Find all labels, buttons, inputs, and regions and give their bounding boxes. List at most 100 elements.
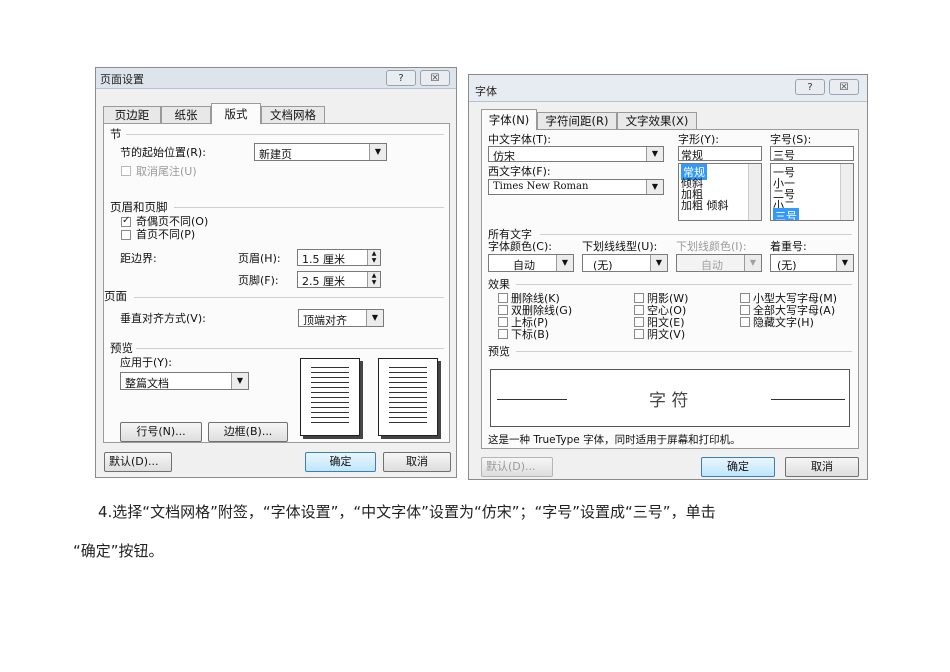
ok-button[interactable]: 确定 (701, 457, 775, 477)
font-size-list[interactable]: 一号 小一 二号 小二 三号 (770, 163, 854, 221)
footer-distance-value: 2.5 厘米 (302, 275, 345, 288)
truetype-note: 这是一种 TrueType 字体，同时适用于屏幕和打印机。 (488, 434, 741, 446)
cancel-button[interactable]: 取消 (785, 457, 859, 477)
cancel-button[interactable]: 取消 (383, 452, 451, 472)
emphasis-select[interactable]: (无) ▼ (770, 254, 854, 272)
underline-color-select[interactable]: 自动 ▼ (676, 254, 762, 272)
first-page-checkbox[interactable] (121, 230, 131, 240)
from-edge-label: 距边界: (120, 252, 157, 265)
chevron-down-icon: ▼ (369, 144, 386, 160)
vertical-align-select[interactable]: 顶端对齐 ▼ (298, 309, 384, 327)
preview-page-right (378, 358, 438, 436)
footer-distance-spinner[interactable]: 2.5 厘米 ▲ ▼ (297, 271, 381, 288)
font-size-input[interactable]: 三号 (770, 146, 854, 161)
tab-text-effects[interactable]: 文字效果(X) (617, 112, 697, 129)
underline-style-select[interactable]: (无) ▼ (582, 254, 668, 272)
tab-char-spacing[interactable]: 字符间距(R) (537, 112, 617, 129)
header-distance-label: 页眉(H): (238, 252, 281, 265)
font-panel: 中文字体(T): 仿宋 ▼ 字形(Y): 常规 常规 倾斜 加粗 加粗 倾斜 字… (481, 129, 859, 449)
preview-sample-text: 字 符 (649, 391, 689, 411)
section-group-label: 节 (110, 127, 122, 141)
font-dialog: 字体 ? ☒ 字体(N) 字符间距(R) 文字效果(X) 中文字体(T): 仿宋… (468, 74, 868, 480)
page-setup-dialog: 页面设置 ? ☒ 页边距 纸张 版式 文档网格 节 节的起始位置(R): 新建页… (95, 67, 457, 478)
chevron-down-icon: ▼ (231, 373, 248, 389)
emphasis-label: 着重号: (770, 240, 807, 253)
help-button[interactable]: ? (795, 79, 825, 95)
subscript-label: 下标(B) (511, 328, 550, 341)
line-numbers-button[interactable]: 行号(N)... (120, 422, 202, 442)
hidden-label: 隐藏文字(H) (753, 316, 814, 329)
engrave-checkbox[interactable] (634, 329, 644, 339)
font-color-select[interactable]: 自动 ▼ (488, 254, 574, 272)
suppress-endnotes-checkbox[interactable] (121, 166, 131, 176)
font-size-option[interactable]: 三号 (773, 208, 799, 220)
font-style-label: 字形(Y): (678, 133, 720, 146)
group-divider (540, 234, 852, 235)
ok-button[interactable]: 确定 (305, 452, 376, 472)
chinese-font-select[interactable]: 仿宋 ▼ (488, 146, 664, 163)
group-divider (516, 284, 852, 285)
instruction-line-1: 4.选择“文档网格”附签，“字体设置”，“中文字体”设置为“仿宋”；“字号”设置… (98, 503, 716, 521)
effects-group-label: 效果 (488, 278, 510, 291)
small-caps-checkbox[interactable] (740, 293, 750, 303)
chevron-down-icon: ▼ (646, 147, 663, 161)
header-distance-value: 1.5 厘米 (302, 253, 345, 266)
font-titlebar: 字体 ? ☒ (469, 75, 867, 102)
western-font-label: 西文字体(F): (488, 165, 551, 178)
odd-even-checkbox[interactable] (121, 215, 131, 227)
chinese-font-value: 仿宋 (493, 150, 515, 163)
western-font-select[interactable]: Times New Roman ▼ (488, 179, 664, 195)
default-button[interactable]: 默认(D)... (481, 457, 553, 477)
page-setup-panel: 节 节的起始位置(R): 新建页 ▼ 取消尾注(U) 页眉和页脚 奇偶页不同(O… (103, 123, 450, 443)
chevron-down-icon: ▼ (556, 255, 573, 271)
group-divider (516, 351, 852, 352)
emboss-checkbox[interactable] (634, 317, 644, 327)
chevron-down-icon: ▼ (744, 255, 761, 271)
chinese-font-label: 中文字体(T): (488, 133, 552, 146)
close-button[interactable]: ☒ (420, 70, 450, 86)
spin-arrows-icon[interactable]: ▲ ▼ (367, 250, 380, 265)
spin-arrows-icon[interactable]: ▲ ▼ (367, 272, 380, 287)
first-page-label: 首页不同(P) (136, 228, 196, 241)
borders-button[interactable]: 边框(B)... (208, 422, 288, 442)
header-distance-spinner[interactable]: 1.5 厘米 ▲ ▼ (297, 249, 381, 266)
tab-layout[interactable]: 版式 (211, 103, 261, 124)
subscript-checkbox[interactable] (498, 329, 508, 339)
font-title: 字体 (475, 85, 497, 98)
tab-margins[interactable]: 页边距 (103, 106, 161, 123)
tab-font[interactable]: 字体(N) (481, 109, 537, 130)
font-tabs: 字体(N) 字符间距(R) 文字效果(X) (481, 109, 781, 130)
default-button[interactable]: 默认(D)... (104, 452, 172, 472)
shadow-checkbox[interactable] (634, 293, 644, 303)
page-setup-title: 页面设置 (100, 73, 144, 86)
page-setup-tabs: 页边距 纸张 版式 文档网格 (103, 103, 443, 124)
tab-paper[interactable]: 纸张 (161, 106, 211, 123)
tab-doc-grid[interactable]: 文档网格 (261, 106, 325, 123)
all-caps-checkbox[interactable] (740, 305, 750, 315)
close-button[interactable]: ☒ (829, 79, 859, 95)
outline-checkbox[interactable] (634, 305, 644, 315)
superscript-checkbox[interactable] (498, 317, 508, 327)
group-divider (134, 297, 444, 298)
help-button[interactable]: ? (386, 70, 416, 86)
instruction-line-2: “确定”按钮。 (73, 542, 164, 560)
scrollbar[interactable] (840, 164, 853, 220)
font-style-input[interactable]: 常规 (678, 146, 762, 161)
group-divider (126, 134, 444, 135)
font-style-list[interactable]: 常规 倾斜 加粗 加粗 倾斜 (678, 163, 762, 221)
western-font-value: Times New Roman (493, 181, 589, 192)
section-start-label: 节的起始位置(R): (120, 146, 206, 159)
apply-to-select[interactable]: 整篇文档 ▼ (120, 372, 249, 390)
underline-style-value: (无) (593, 259, 613, 272)
preview-line-right (771, 399, 845, 400)
section-start-select[interactable]: 新建页 ▼ (254, 143, 387, 161)
font-style-option[interactable]: 加粗 倾斜 (681, 197, 729, 213)
hidden-checkbox[interactable] (740, 317, 750, 327)
underline-color-value: 自动 (701, 259, 723, 272)
chevron-down-icon: ▼ (650, 255, 667, 271)
double-strikethrough-checkbox[interactable] (498, 305, 508, 315)
scrollbar[interactable] (748, 164, 761, 220)
strikethrough-checkbox[interactable] (498, 293, 508, 303)
emphasis-value: (无) (777, 259, 797, 272)
apply-to-value: 整篇文档 (125, 377, 169, 390)
